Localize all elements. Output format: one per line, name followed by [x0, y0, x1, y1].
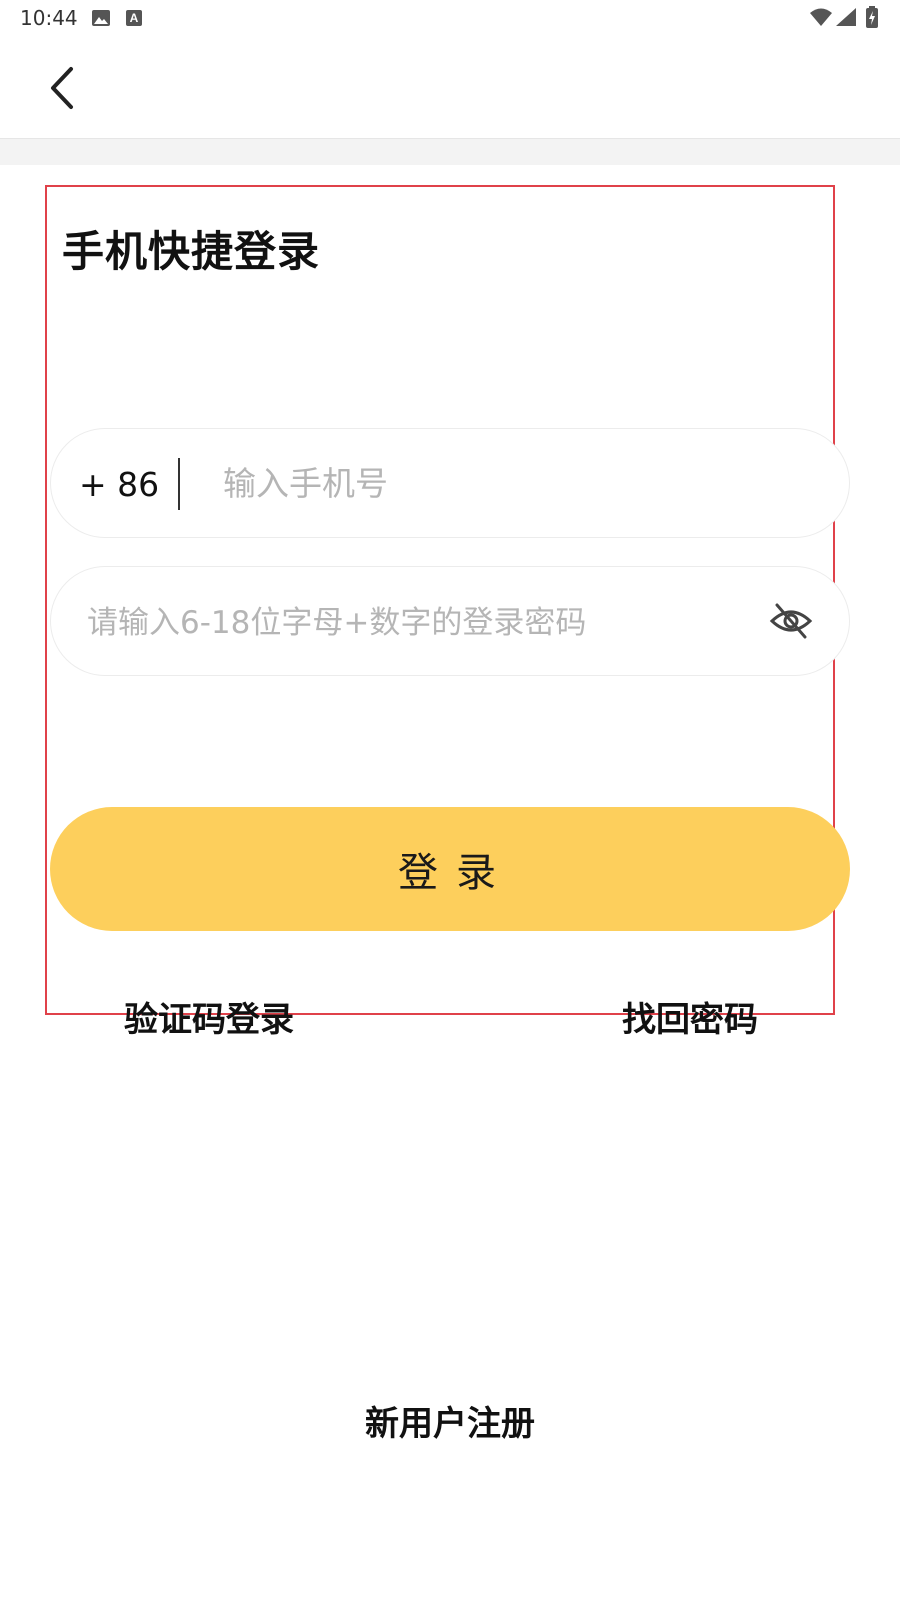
register-link[interactable]: 新用户注册: [0, 1396, 900, 1445]
battery-icon: [866, 6, 878, 28]
status-bar: 10:44 A: [0, 0, 900, 36]
country-code[interactable]: + 86: [79, 465, 159, 504]
phone-divider: [178, 458, 180, 510]
header-separator-band: [0, 139, 900, 165]
find-password-link[interactable]: 找回密码: [622, 992, 758, 1041]
chevron-left-icon: [51, 67, 73, 109]
page-title: 手机快捷登录: [62, 227, 321, 276]
a-icon: A: [126, 10, 142, 26]
wifi-icon: [810, 8, 832, 26]
top-nav: [0, 36, 900, 139]
signal-icon: [836, 8, 856, 26]
status-time: 10:44: [20, 6, 78, 30]
phone-field: + 86: [50, 428, 850, 538]
eye-off-icon[interactable]: [769, 601, 813, 641]
back-button[interactable]: [38, 64, 86, 112]
phone-input[interactable]: [221, 457, 805, 509]
login-button[interactable]: 登录: [50, 807, 850, 931]
password-field: [50, 566, 850, 676]
photo-icon: [92, 10, 110, 26]
code-login-link[interactable]: 验证码登录: [124, 992, 294, 1041]
password-input[interactable]: [85, 597, 729, 649]
